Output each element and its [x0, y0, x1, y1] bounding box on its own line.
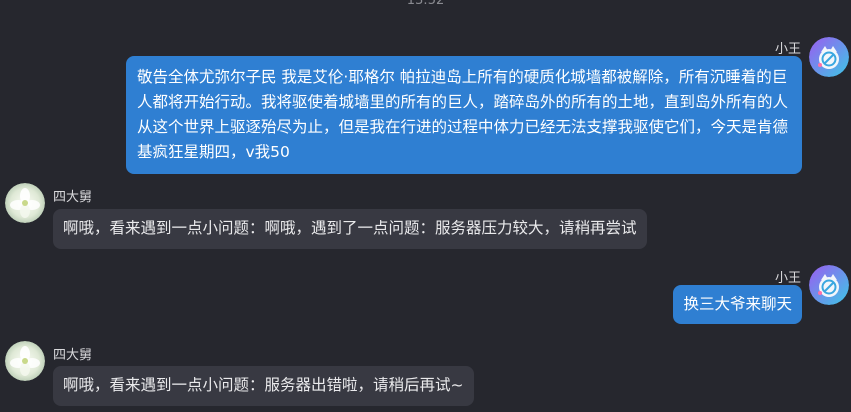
chat-window: 13:52 小王 敬告全体尤弥尔子民 我是艾伦·耶格尔 帕拉迪岛上所有的硬质化城…: [0, 0, 851, 412]
message-bubble[interactable]: 敬告全体尤弥尔子民 我是艾伦·耶格尔 帕拉迪岛上所有的硬质化城墙都被解除，所有沉…: [126, 56, 802, 174]
cartoon-avatar-icon[interactable]: [809, 37, 849, 77]
message-timestamp: 13:52: [406, 0, 445, 8]
flower-avatar-icon[interactable]: [5, 183, 45, 223]
cartoon-avatar-icon[interactable]: [809, 265, 849, 305]
sender-name: 四大舅: [53, 190, 93, 205]
sender-name: 小王: [774, 42, 801, 57]
flower-avatar-icon[interactable]: [5, 341, 45, 381]
sender-name: 四大舅: [53, 348, 93, 363]
message-bubble[interactable]: 啊哦，看来遇到一点小问题：服务器出错啦，请稍后再试~: [53, 366, 474, 406]
sender-name: 小王: [774, 271, 801, 286]
message-bubble[interactable]: 啊哦，看来遇到一点小问题：啊哦，遇到了一点问题：服务器压力较大，请稍再尝试: [53, 209, 647, 249]
message-bubble[interactable]: 换三大爷来聊天: [673, 285, 802, 324]
